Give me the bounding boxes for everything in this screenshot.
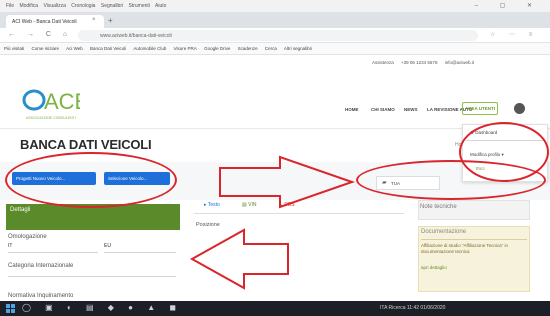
- annotation-arrow-left: [189, 228, 289, 290]
- taskbar-apps[interactable]: ◯ ▣ ◐ ▤ ◆ ● ▲ ◼: [22, 303, 182, 312]
- system-tray[interactable]: ITA Ricerca 11:42 01/06/2020: [380, 305, 445, 311]
- windows-start-icon[interactable]: [6, 304, 15, 313]
- annotation-arrows: [189, 155, 356, 290]
- annotation-arrow-right: [219, 155, 356, 209]
